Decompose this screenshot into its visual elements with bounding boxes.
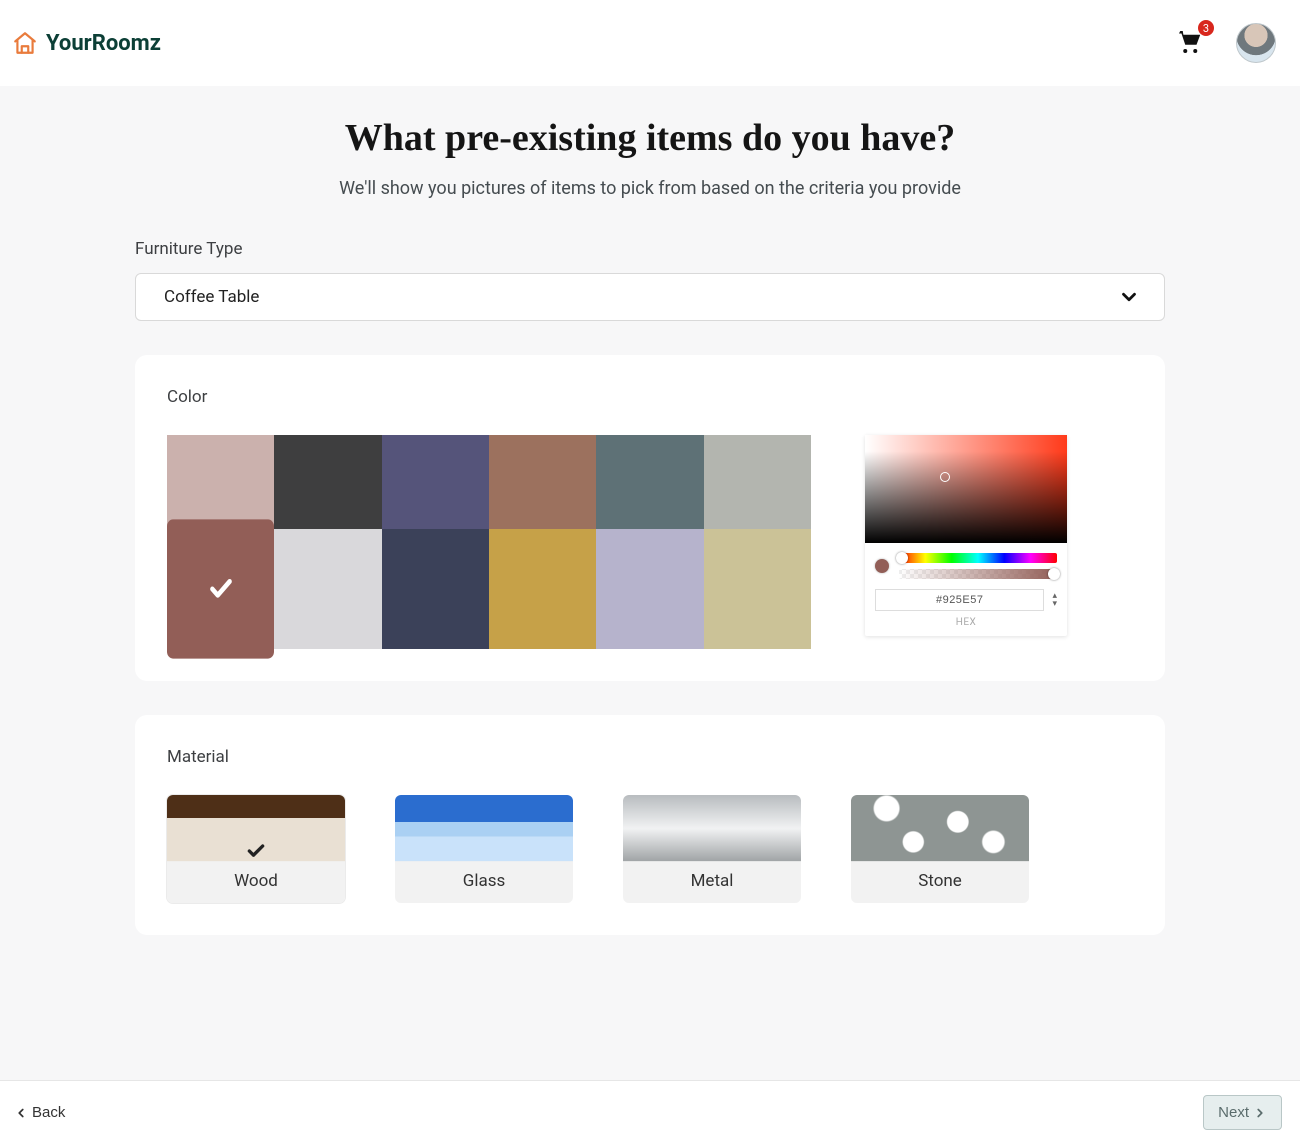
check-icon [246,841,266,865]
chevron-down-icon [1118,286,1140,308]
material-options: Wood Glass Metal Stone [167,795,1133,903]
furniture-type-value: Coffee Table [164,287,259,307]
back-button[interactable]: Back [14,1104,65,1121]
color-swatch[interactable] [596,435,703,529]
alpha-slider[interactable] [899,569,1057,579]
page-subtitle: We'll show you pictures of items to pick… [0,178,1300,199]
color-swatch[interactable] [704,529,811,649]
page-title: What pre-existing items do you have? [0,116,1300,160]
check-icon [208,574,234,604]
material-label-text: Stone [851,861,1029,903]
cart-badge: 3 [1198,20,1214,36]
hex-label: HEX [865,617,1067,636]
color-swatch[interactable] [382,435,489,529]
color-swatch[interactable] [167,519,274,658]
color-swatch[interactable] [489,529,596,649]
color-label: Color [167,387,1133,407]
material-label-text: Metal [623,861,801,903]
topbar-right: 3 [1174,23,1276,63]
material-card: Material Wood Glass Metal Stone [135,715,1165,935]
home-icon [12,30,38,56]
color-swatch[interactable] [489,435,596,529]
color-card: Color [135,355,1165,681]
saturation-panel[interactable] [865,435,1067,543]
material-option-stone[interactable]: Stone [851,795,1029,903]
bottombar: Back Next [0,1080,1300,1144]
material-option-wood[interactable]: Wood [167,795,345,903]
topbar: YourRoomz 3 [0,0,1300,86]
cart-button[interactable]: 3 [1174,26,1204,60]
furniture-type-label: Furniture Type [135,239,1165,259]
color-swatch[interactable] [274,529,381,649]
material-label-text: Wood [167,861,345,903]
alpha-thumb[interactable] [1048,568,1060,580]
material-label-text: Glass [395,861,573,903]
chevron-down-icon: ▾ [1052,600,1057,608]
next-label: Next [1218,1104,1249,1121]
furniture-type-select[interactable]: Coffee Table [135,273,1165,321]
color-swatch[interactable] [274,435,381,529]
chevron-right-icon [1253,1106,1267,1120]
back-label: Back [32,1104,65,1121]
chevron-left-icon [14,1106,28,1120]
format-toggle[interactable]: ▴ ▾ [1052,592,1057,608]
color-swatch[interactable] [167,435,274,529]
logo[interactable]: YourRoomz [12,30,161,56]
hex-input[interactable] [875,589,1044,611]
stone-texture [851,795,1029,862]
color-swatch[interactable] [596,529,703,649]
material-option-glass[interactable]: Glass [395,795,573,903]
color-swatch[interactable] [704,435,811,529]
brand-name: YourRoomz [46,31,161,56]
saturation-cursor[interactable] [940,472,950,482]
metal-texture [623,795,801,862]
color-swatch[interactable] [382,529,489,649]
hue-thumb[interactable] [896,552,908,564]
next-button[interactable]: Next [1203,1095,1282,1130]
color-swatches [167,435,811,649]
hue-slider[interactable] [899,553,1057,563]
glass-texture [395,795,573,862]
current-color-dot [875,559,889,573]
avatar[interactable] [1236,23,1276,63]
material-option-metal[interactable]: Metal [623,795,801,903]
material-label: Material [167,747,1133,767]
color-picker: ▴ ▾ HEX [865,435,1067,636]
